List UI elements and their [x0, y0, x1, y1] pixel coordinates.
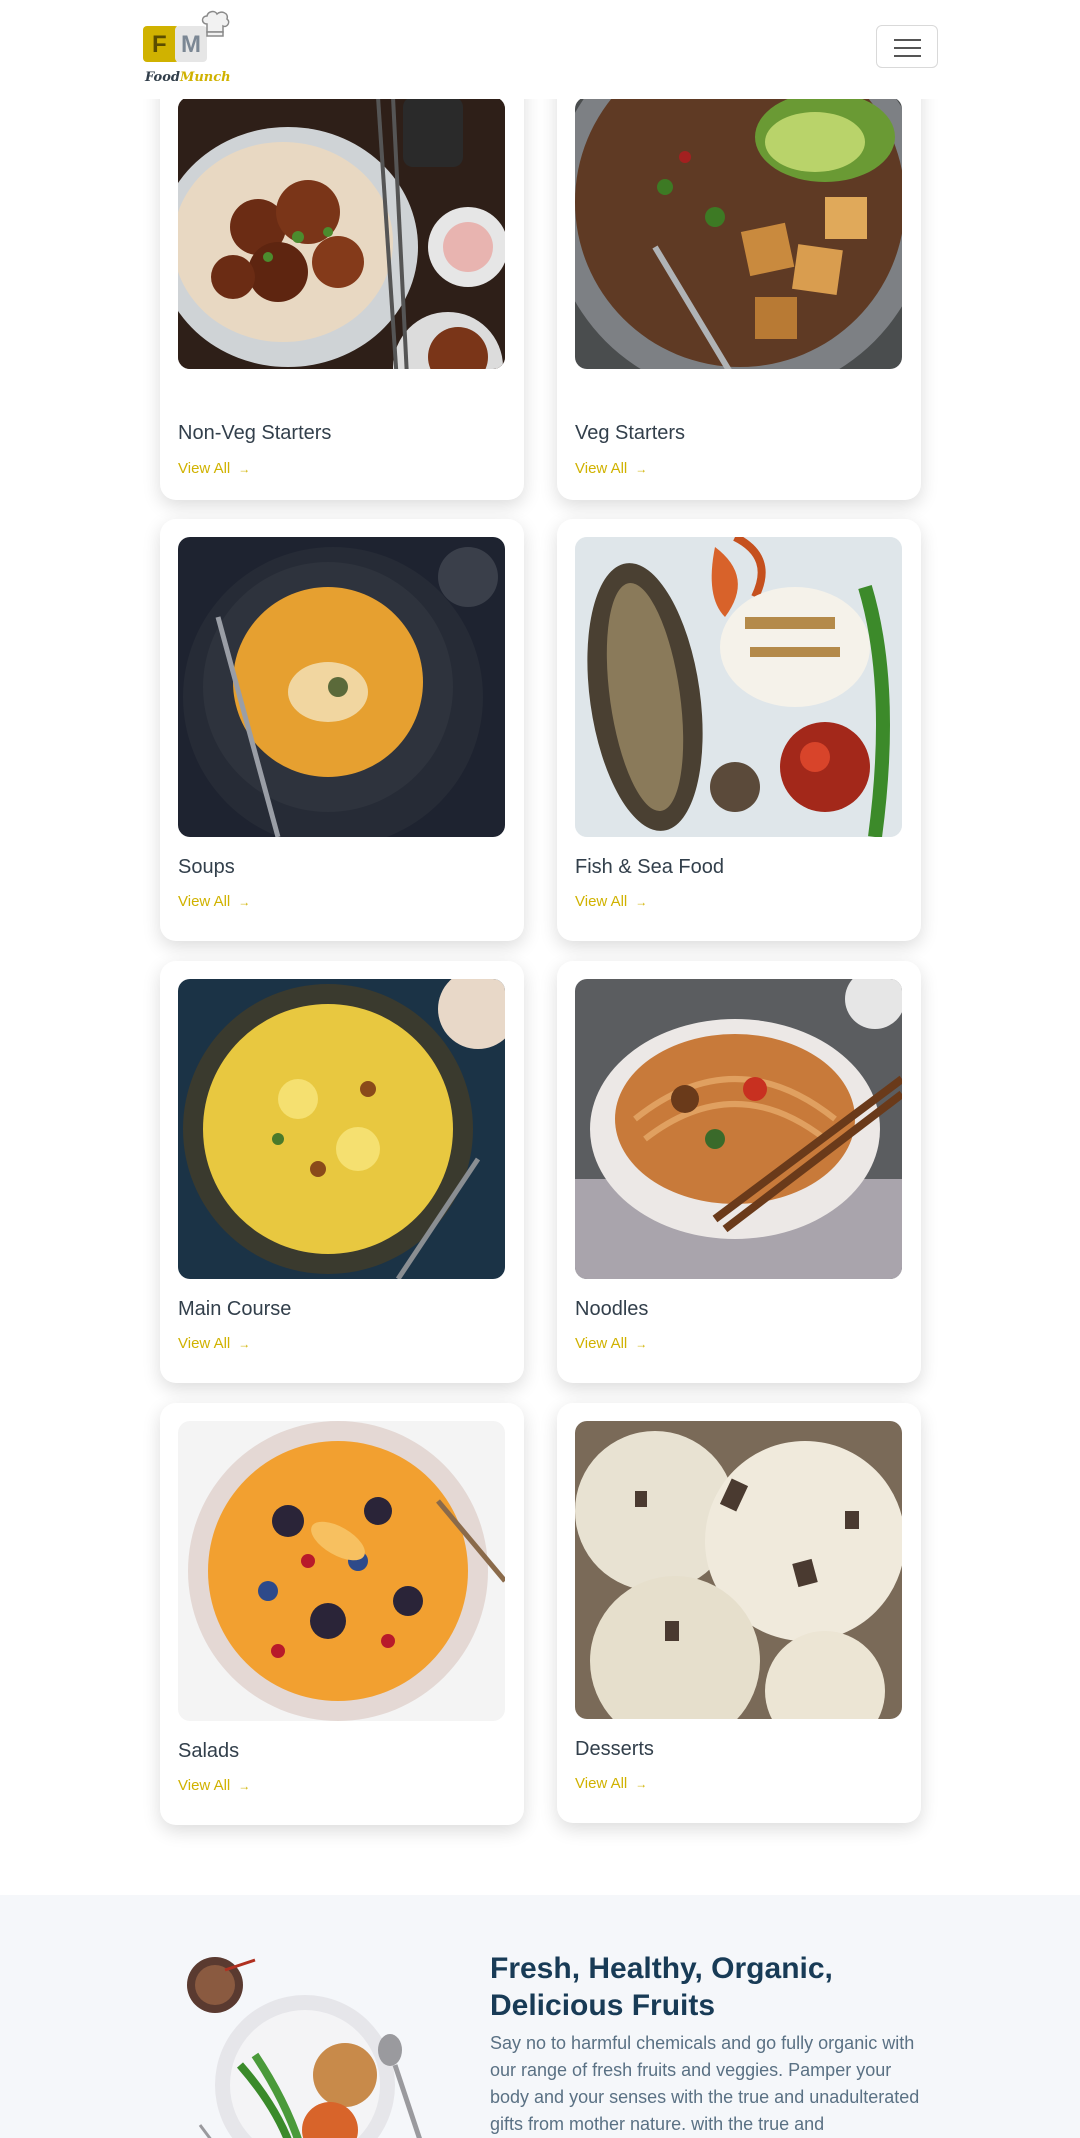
category-title: Veg Starters [575, 422, 686, 444]
soups-image [178, 537, 505, 837]
veg-starters-illustration [575, 97, 902, 369]
view-all-link[interactable]: View All → [575, 1335, 647, 1352]
arrow-right-icon: → [238, 461, 251, 476]
arrow-right-icon: → [635, 461, 648, 476]
category-title: Fish & Sea Food [575, 856, 724, 878]
category-card-soups: Soups View All → [160, 519, 524, 941]
category-card-noodles: Noodles View All → [557, 961, 921, 1383]
category-title: Noodles [575, 1298, 649, 1320]
view-all-label: View All [575, 460, 628, 477]
category-card-veg-starters: Veg Starters View All → [557, 73, 921, 500]
hamburger-menu-button[interactable] [876, 25, 938, 68]
main-course-illustration [178, 979, 505, 1279]
navbar: F M FoodMunch [0, 0, 1080, 99]
view-all-link[interactable]: View All → [178, 1335, 250, 1352]
logo-f-block: F [143, 26, 179, 62]
hamburger-line [894, 47, 921, 49]
category-title: Salads [178, 1740, 240, 1762]
category-card-salads: Salads View All → [160, 1403, 524, 1825]
category-card-fish-sea-food: Fish & Sea Food View All → [557, 519, 921, 941]
category-title: Desserts [575, 1738, 654, 1760]
logo-letter-f: F [152, 31, 167, 58]
hamburger-line [894, 55, 921, 57]
soups-illustration [178, 537, 505, 837]
arrow-right-icon: → [238, 894, 251, 909]
non-veg-starters-image [178, 97, 505, 369]
veg-starters-image [575, 97, 902, 369]
section-title: Fresh, Healthy, Organic, Delicious Fruit… [490, 1952, 833, 2022]
fish-sea-food-image [575, 537, 902, 837]
category-title: Soups [178, 856, 235, 878]
arrow-right-icon: → [238, 1336, 251, 1351]
view-all-label: View All [178, 1777, 231, 1794]
view-all-link[interactable]: View All → [178, 1777, 250, 1794]
food-munch-logo[interactable]: F M FoodMunch [143, 10, 233, 90]
view-all-link[interactable]: View All → [575, 1775, 647, 1792]
fish-sea-food-illustration [575, 537, 902, 837]
healthy-food-section: Fresh, Healthy, Organic, Delicious Fruit… [0, 1895, 1080, 2138]
logo-word-munch: Munch [179, 70, 231, 85]
view-all-label: View All [178, 893, 231, 910]
view-all-label: View All [178, 1335, 231, 1352]
arrow-right-icon: → [238, 1778, 251, 1793]
non-veg-starters-illustration [178, 97, 505, 369]
view-all-label: View All [178, 460, 231, 477]
view-all-label: View All [575, 893, 628, 910]
section-description: Say no to harmful chemicals and go fully… [490, 2033, 920, 2134]
category-title: Main Course [178, 1298, 292, 1320]
logo-word-food: Food [145, 70, 180, 85]
salads-illustration [178, 1421, 505, 1721]
desserts-illustration [575, 1421, 902, 1719]
view-all-link[interactable]: View All → [575, 893, 647, 910]
category-title: Non-Veg Starters [178, 422, 332, 444]
arrow-right-icon: → [635, 1336, 648, 1351]
desserts-image [575, 1421, 902, 1719]
view-all-label: View All [575, 1335, 628, 1352]
main-course-image [178, 979, 505, 1279]
chef-hat-icon [201, 10, 230, 37]
hamburger-line [894, 39, 921, 41]
arrow-right-icon: → [635, 1776, 648, 1791]
healthy-plate-illustration [187, 1957, 422, 2138]
category-card-desserts: Desserts View All → [557, 1403, 921, 1823]
category-card-non-veg-starters: Non-Veg Starters View All → [160, 73, 524, 500]
view-all-link[interactable]: View All → [178, 893, 250, 910]
category-card-main-course: Main Course View All → [160, 961, 524, 1383]
view-all-link[interactable]: View All → [575, 460, 647, 477]
salads-image [178, 1421, 505, 1721]
arrow-right-icon: → [635, 894, 648, 909]
noodles-image [575, 979, 902, 1279]
noodles-illustration [575, 979, 902, 1279]
logo-letter-m: M [181, 31, 201, 58]
logo-wordmark: FoodMunch [145, 70, 231, 85]
view-all-link[interactable]: View All → [178, 460, 250, 477]
view-all-label: View All [575, 1775, 628, 1792]
